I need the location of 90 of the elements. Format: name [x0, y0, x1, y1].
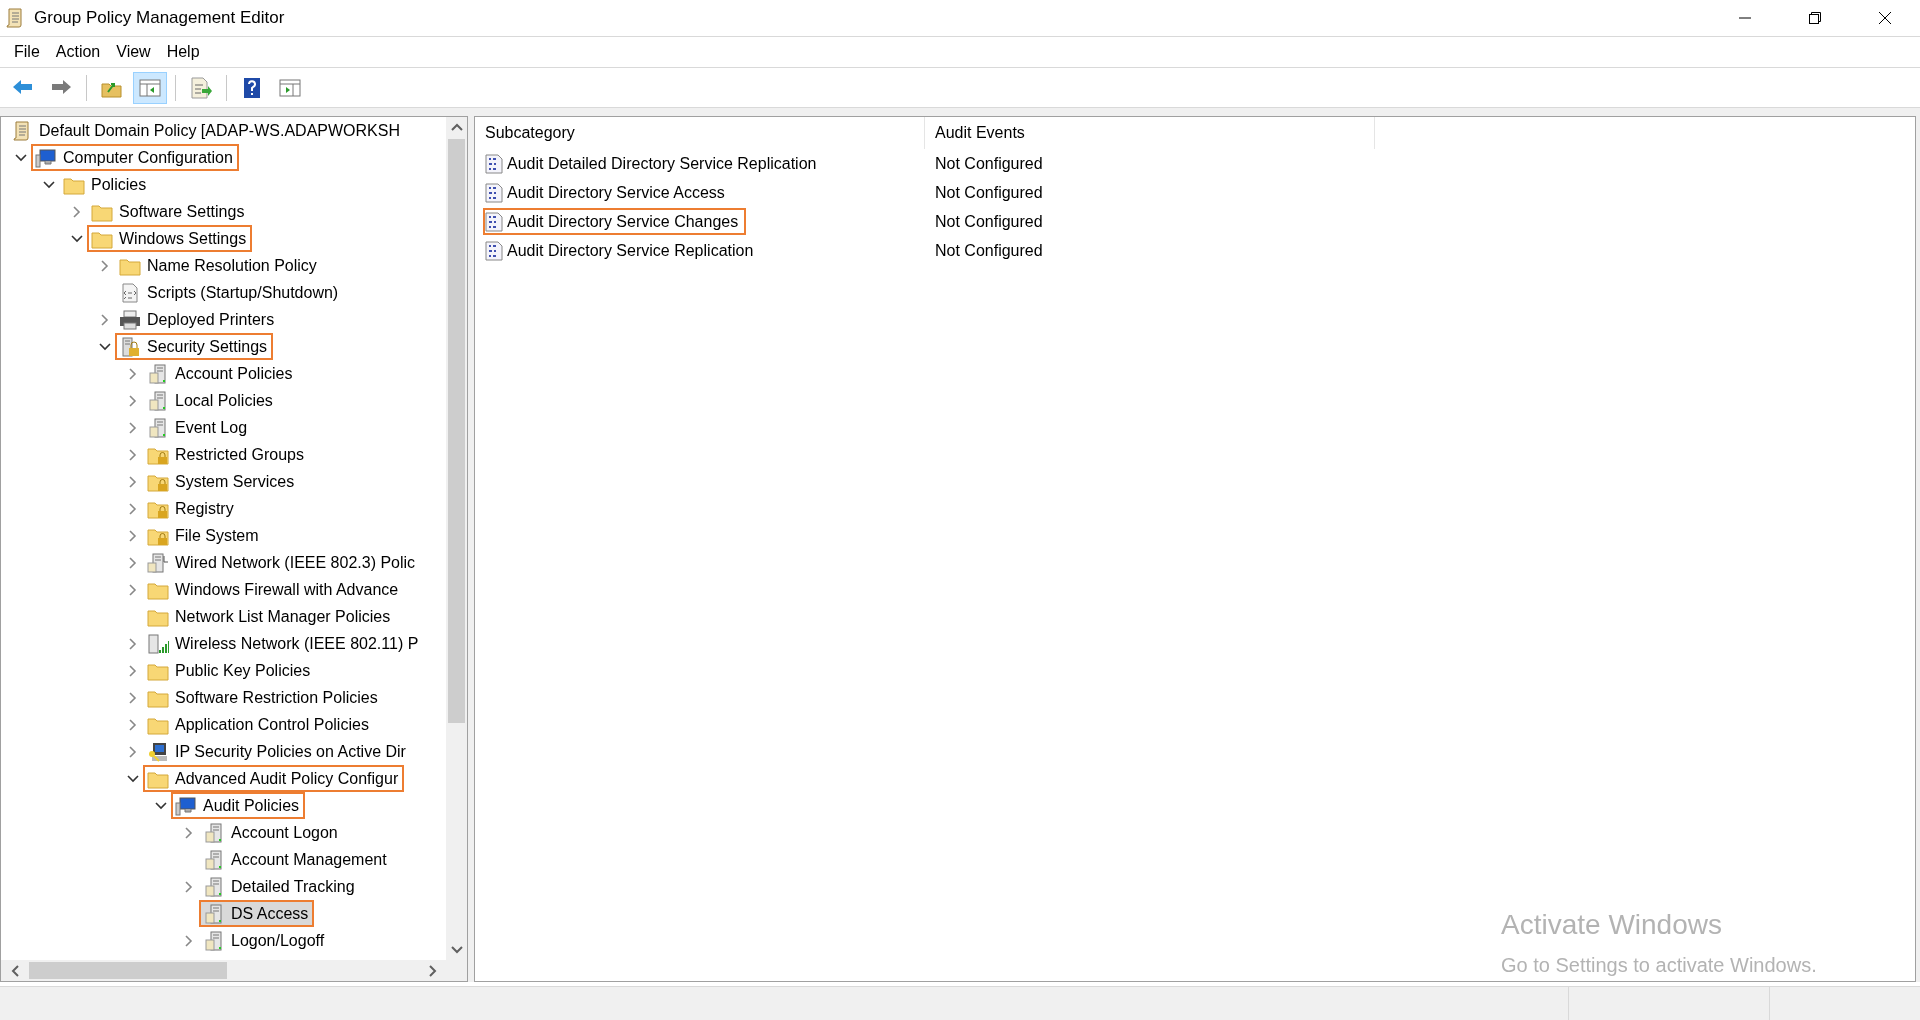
restore-icon: [1809, 12, 1821, 24]
chevron-down-icon[interactable]: [71, 234, 83, 243]
tree-item[interactable]: Event Log: [143, 414, 254, 441]
table-cell-text: Not Configured: [935, 153, 1044, 174]
tree-item[interactable]: Windows Settings: [87, 225, 253, 252]
scrollbar-thumb[interactable]: [29, 962, 227, 979]
vertical-scrollbar[interactable]: [446, 117, 467, 960]
tree-item[interactable]: Computer Configuration: [31, 144, 239, 171]
menu-item[interactable]: Help: [158, 37, 208, 67]
binary-file-icon: [485, 211, 503, 232]
chevron-down-icon[interactable]: [155, 801, 167, 810]
tree-item[interactable]: Account Management: [199, 846, 393, 873]
subcategory-item[interactable]: Audit Directory Service Replication: [483, 237, 762, 264]
tree-item[interactable]: Detailed Tracking: [199, 873, 361, 900]
chevron-right-icon[interactable]: [129, 421, 137, 434]
tree-item[interactable]: Network List Manager Policies: [143, 603, 397, 630]
chevron-right-icon[interactable]: [129, 529, 137, 542]
subcategory-item[interactable]: Audit Directory Service Changes: [483, 208, 747, 235]
tree-item[interactable]: Wired Network (IEEE 802.3) Polic: [143, 549, 422, 576]
chevron-right-icon[interactable]: [73, 205, 81, 218]
activation-title: Activate Windows: [1501, 908, 1723, 942]
tree-item[interactable]: Account Logon: [199, 819, 344, 846]
chevron-right-icon[interactable]: [185, 934, 193, 947]
chevron-right-icon[interactable]: [185, 880, 193, 893]
tree-item[interactable]: Deployed Printers: [115, 306, 281, 333]
tree-item[interactable]: IP Security Policies on Active Dir: [143, 738, 412, 765]
chevron-right-icon[interactable]: [129, 691, 137, 704]
table-cell-text: Not Configured: [935, 211, 1044, 232]
tree-item[interactable]: Scripts (Startup/Shutdown): [115, 279, 345, 306]
window-title: Group Policy Management Editor: [34, 7, 285, 30]
tree-item[interactable]: Public Key Policies: [143, 657, 317, 684]
close-icon: [1878, 11, 1892, 25]
chevron-right-icon[interactable]: [101, 313, 109, 326]
scroll-up-icon[interactable]: [450, 123, 463, 131]
tree-item[interactable]: Default Domain Policy [ADAP-WS.ADAPWORKSH: [7, 117, 406, 144]
menu-item[interactable]: Action: [47, 37, 109, 67]
chevron-right-icon[interactable]: [129, 502, 137, 515]
tree-item[interactable]: DS Access: [199, 900, 315, 927]
chevron-down-icon[interactable]: [43, 180, 55, 189]
chevron-right-icon[interactable]: [129, 394, 137, 407]
tree-item[interactable]: Account Policies: [143, 360, 299, 387]
column-header[interactable]: Subcategory: [475, 117, 925, 149]
tree-item[interactable]: Local Policies: [143, 387, 279, 414]
tree-item[interactable]: Software Settings: [87, 198, 251, 225]
scrollbar-thumb[interactable]: [448, 139, 465, 723]
column-header[interactable]: Audit Events: [925, 117, 1375, 149]
menu-item[interactable]: View: [108, 37, 159, 67]
tree-item[interactable]: Policies: [59, 171, 153, 198]
tree-item[interactable]: Audit Policies: [171, 792, 306, 819]
chevron-right-icon[interactable]: [185, 826, 193, 839]
export-list-icon: [189, 75, 213, 100]
chevron-right-icon[interactable]: [129, 664, 137, 677]
chevron-down-icon[interactable]: [99, 342, 111, 351]
activation-message: Go to Settings to activate Windows.: [1501, 953, 1817, 978]
chevron-down-icon[interactable]: [15, 153, 27, 162]
tree-item[interactable]: Wireless Network (IEEE 802.11) P: [143, 630, 425, 657]
minimize-icon: [1739, 17, 1751, 19]
chevron-right-icon[interactable]: [129, 637, 137, 650]
subcategory-item[interactable]: Audit Detailed Directory Service Replication: [483, 150, 825, 177]
chevron-right-icon[interactable]: [129, 718, 137, 731]
binary-file-icon: [485, 182, 503, 203]
table-cell-text: Not Configured: [935, 182, 1044, 203]
tree-item[interactable]: Software Restriction Policies: [143, 684, 384, 711]
tree-item[interactable]: Application Control Policies: [143, 711, 375, 738]
tree-item[interactable]: File System: [143, 522, 265, 549]
chevron-right-icon[interactable]: [129, 556, 137, 569]
tree-item[interactable]: Security Settings: [115, 333, 274, 360]
chevron-right-icon[interactable]: [129, 583, 137, 596]
menu-item[interactable]: File: [6, 37, 48, 67]
binary-file-icon: [485, 240, 503, 261]
tree-item[interactable]: Advanced Audit Policy Configur: [143, 765, 405, 792]
chevron-right-icon[interactable]: [129, 367, 137, 380]
scroll-down-icon[interactable]: [450, 946, 463, 954]
chevron-right-icon[interactable]: [101, 259, 109, 272]
binary-file-icon: [485, 153, 503, 174]
tree-item[interactable]: Registry: [143, 495, 240, 522]
chevron-right-icon[interactable]: [129, 448, 137, 461]
scroll-right-icon[interactable]: [429, 964, 437, 977]
horizontal-scrollbar[interactable]: [1, 960, 467, 981]
tree-item[interactable]: Logon/Logoff: [199, 927, 331, 954]
subcategory-item[interactable]: Audit Directory Service Access: [483, 179, 733, 206]
table-cell-text: Not Configured: [935, 240, 1044, 261]
chevron-right-icon[interactable]: [129, 745, 137, 758]
tree-item[interactable]: Name Resolution Policy: [115, 252, 323, 279]
chevron-right-icon[interactable]: [129, 475, 137, 488]
chevron-down-icon[interactable]: [127, 774, 139, 783]
tree-item[interactable]: System Services: [143, 468, 301, 495]
tree-item[interactable]: Windows Firewall with Advance: [143, 576, 405, 603]
tree-item[interactable]: Restricted Groups: [143, 441, 310, 468]
scroll-left-icon[interactable]: [11, 964, 19, 977]
